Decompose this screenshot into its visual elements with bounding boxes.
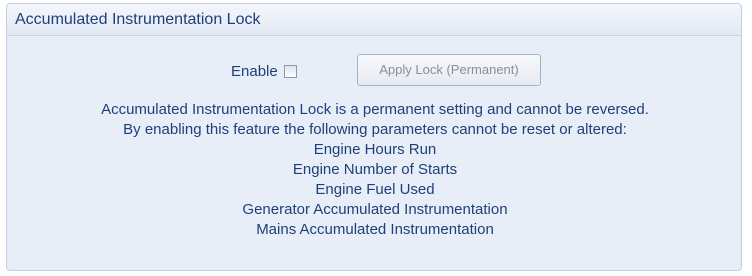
enable-label: Enable bbox=[231, 62, 278, 80]
instrumentation-lock-panel: Accumulated Instrumentation Lock Enable … bbox=[6, 3, 742, 271]
parameter-item: Engine Fuel Used bbox=[315, 181, 435, 198]
parameter-item: Engine Number of Starts bbox=[292, 161, 458, 178]
panel-title: Accumulated Instrumentation Lock bbox=[7, 4, 741, 36]
lock-description: Accumulated Instrumentation Lock is a pe… bbox=[7, 100, 741, 240]
description-line: Accumulated Instrumentation Lock is a pe… bbox=[101, 101, 649, 118]
enable-row: Enable bbox=[231, 61, 297, 81]
description-line: By enabling this feature the following p… bbox=[123, 121, 627, 138]
apply-lock-button[interactable]: Apply Lock (Permanent) bbox=[357, 54, 541, 86]
parameter-item: Engine Hours Run bbox=[313, 141, 437, 158]
panel-body: Enable Apply Lock (Permanent) Accumulate… bbox=[7, 36, 741, 270]
parameter-item: Mains Accumulated Instrumentation bbox=[256, 221, 494, 238]
parameter-item: Generator Accumulated Instrumentation bbox=[242, 201, 508, 218]
enable-checkbox[interactable] bbox=[283, 64, 297, 78]
